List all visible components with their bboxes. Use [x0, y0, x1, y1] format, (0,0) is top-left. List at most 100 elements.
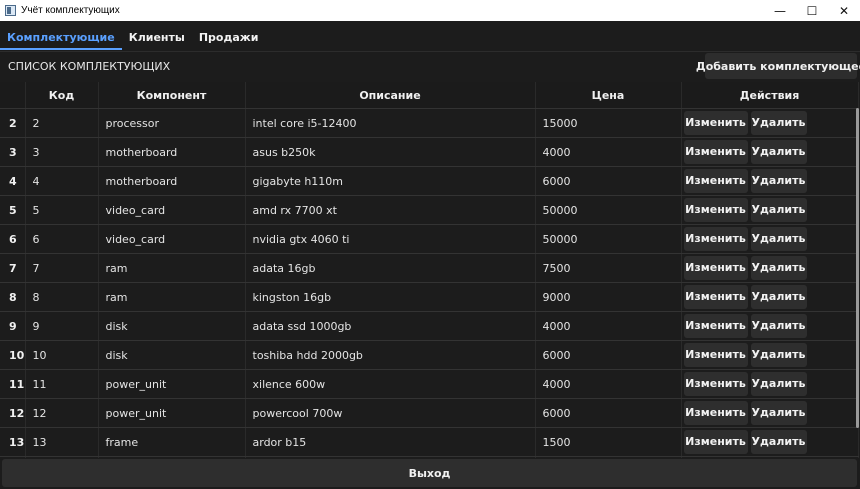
cell-price[interactable]: 4000 [535, 311, 682, 341]
cell-code[interactable]: 4 [25, 166, 99, 196]
cell-description[interactable]: powercool 700w [245, 398, 536, 428]
cell-description[interactable]: nvidia gtx 4060 ti [245, 224, 536, 254]
cell-description[interactable]: adata 16gb [245, 253, 536, 283]
delete-button[interactable]: Удалить [750, 285, 807, 309]
cell-actions: Изменить Удалить [681, 311, 859, 341]
edit-button[interactable]: Изменить [683, 285, 748, 309]
cell-component[interactable]: ram [98, 282, 246, 312]
table-header-row: Код Компонент Описание Цена Действия [0, 82, 859, 109]
cell-component[interactable]: ram [98, 253, 246, 283]
cell-description[interactable]: xilence 600w [245, 369, 536, 399]
cell-price[interactable]: 7500 [535, 253, 682, 283]
cell-description[interactable]: intel core i5-12400 [245, 108, 536, 138]
table-row: 7 7 ram adata 16gb 7500 Изменить Удалить [0, 253, 859, 283]
edit-button[interactable]: Изменить [683, 314, 748, 338]
edit-button[interactable]: Изменить [683, 140, 748, 164]
table-row: 13 13 frame ardor b15 1500 Изменить Удали… [0, 427, 859, 457]
table-row: 10 10 disk toshiba hdd 2000gb 6000 Измен… [0, 340, 859, 370]
cell-description[interactable]: asus b250k [245, 137, 536, 167]
minimize-icon[interactable]: — [764, 0, 796, 21]
cell-component[interactable]: motherboard [98, 137, 246, 167]
cell-component[interactable]: video_card [98, 224, 246, 254]
delete-button[interactable]: Удалить [750, 343, 807, 367]
cell-price[interactable]: 50000 [535, 195, 682, 225]
cell-code [25, 456, 99, 458]
cell-code[interactable]: 8 [25, 282, 99, 312]
add-component-button[interactable]: Добавить комплектующее [696, 53, 860, 79]
edit-button[interactable]: Изменить [683, 372, 748, 396]
cell-code[interactable]: 12 [25, 398, 99, 428]
delete-button[interactable]: Удалить [750, 430, 807, 454]
cell-component[interactable]: disk [98, 311, 246, 341]
edit-button[interactable]: Изменить [683, 198, 748, 222]
tab-components[interactable]: Комплектующие [0, 25, 122, 50]
cell-component[interactable]: power_unit [98, 398, 246, 428]
cell-price[interactable]: 1500 [535, 427, 682, 457]
edit-button[interactable]: Изменить [683, 401, 748, 425]
delete-button[interactable]: Удалить [750, 372, 807, 396]
cell-description[interactable]: amd rx 7700 xt [245, 195, 536, 225]
tab-divider [0, 51, 860, 52]
delete-button[interactable]: Удалить [750, 140, 807, 164]
delete-button[interactable]: Удалить [750, 256, 807, 280]
edit-button[interactable]: Изменить [683, 343, 748, 367]
cell-description[interactable]: adata ssd 1000gb [245, 311, 536, 341]
cell-price[interactable]: 50000 [535, 224, 682, 254]
cell-component[interactable]: video_card [98, 195, 246, 225]
edit-button[interactable]: Изменить [683, 256, 748, 280]
cell-code[interactable]: 5 [25, 195, 99, 225]
header-component[interactable]: Компонент [98, 82, 246, 109]
cell-component[interactable]: motherboard [98, 166, 246, 196]
cell-code[interactable]: 6 [25, 224, 99, 254]
cell-component[interactable]: disk [98, 340, 246, 370]
table-scrollbar[interactable] [856, 108, 859, 428]
cell-actions: Изменить Удалить [681, 427, 859, 457]
cell-description[interactable]: kingston 16gb [245, 282, 536, 312]
cell-price[interactable]: 6000 [535, 398, 682, 428]
row-number: 11 [0, 369, 26, 399]
cell-component [98, 456, 246, 458]
delete-button[interactable]: Удалить [750, 314, 807, 338]
maximize-icon[interactable]: ☐ [796, 0, 828, 21]
cell-price[interactable]: 9000 [535, 282, 682, 312]
cell-code[interactable]: 2 [25, 108, 99, 138]
cell-code[interactable]: 11 [25, 369, 99, 399]
cell-component[interactable]: processor [98, 108, 246, 138]
tab-sales[interactable]: Продажи [192, 25, 266, 50]
close-icon[interactable]: ✕ [828, 0, 860, 21]
exit-button[interactable]: Выход [2, 459, 857, 487]
cell-description[interactable]: ardor b15 [245, 427, 536, 457]
cell-price[interactable]: 4000 [535, 137, 682, 167]
edit-button[interactable]: Изменить [683, 169, 748, 193]
tab-clients[interactable]: Клиенты [122, 25, 192, 50]
header-description[interactable]: Описание [245, 82, 536, 109]
cell-code[interactable]: 9 [25, 311, 99, 341]
delete-button[interactable]: Удалить [750, 198, 807, 222]
cell-actions: Изменить Удалить [681, 253, 859, 283]
cell-description[interactable]: gigabyte h110m [245, 166, 536, 196]
cell-component[interactable]: power_unit [98, 369, 246, 399]
header-price[interactable]: Цена [535, 82, 682, 109]
cell-component[interactable]: frame [98, 427, 246, 457]
cell-price[interactable]: 15000 [535, 108, 682, 138]
cell-code[interactable]: 13 [25, 427, 99, 457]
edit-button[interactable]: Изменить [683, 111, 748, 135]
cell-description[interactable]: toshiba hdd 2000gb [245, 340, 536, 370]
delete-button[interactable]: Удалить [750, 169, 807, 193]
delete-button[interactable]: Удалить [750, 227, 807, 251]
list-title: СПИСОК КОМПЛЕКТУЮЩИХ [8, 60, 171, 73]
edit-button[interactable]: Изменить [683, 227, 748, 251]
edit-button[interactable]: Изменить [683, 430, 748, 454]
cell-price[interactable]: 6000 [535, 340, 682, 370]
cell-price[interactable]: 6000 [535, 166, 682, 196]
cell-code[interactable]: 7 [25, 253, 99, 283]
cell-code[interactable]: 10 [25, 340, 99, 370]
delete-button[interactable]: Удалить [750, 111, 807, 135]
header-actions: Действия [681, 82, 859, 109]
delete-button[interactable]: Удалить [750, 401, 807, 425]
header-code[interactable]: Код [25, 82, 99, 109]
table-row: 5 5 video_card amd rx 7700 xt 50000 Изме… [0, 195, 859, 225]
cell-price[interactable]: 4000 [535, 369, 682, 399]
cell-code[interactable]: 3 [25, 137, 99, 167]
table-row: 8 8 ram kingston 16gb 9000 Изменить Удали… [0, 282, 859, 312]
